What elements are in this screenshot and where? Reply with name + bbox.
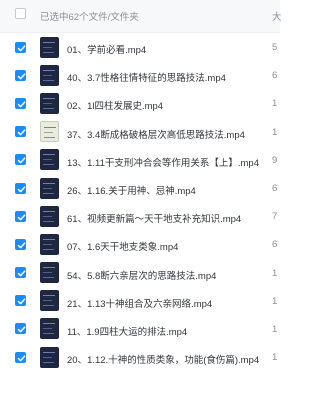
checkmark-icon xyxy=(17,73,26,80)
file-checkbox[interactable] xyxy=(15,126,26,138)
video-thumbnail-icon[interactable] xyxy=(40,36,59,58)
file-size: 6 xyxy=(272,239,278,251)
file-name[interactable]: 21、1.13十神组合及六亲网络.mp4 xyxy=(67,296,212,310)
file-checkbox[interactable] xyxy=(15,41,26,53)
file-row[interactable]: 40、3.7性格往情特征的思路技法.mp4 6 xyxy=(0,61,280,89)
file-size: 6 xyxy=(272,70,278,82)
checkmark-icon xyxy=(17,270,26,277)
file-list-header: 已选中62个文件/文件夹 大 xyxy=(0,0,282,33)
file-row[interactable]: 01、学前必看.mp4 5 xyxy=(0,33,280,61)
file-row[interactable]: 61、视频更新篇～天干地支补充知识.mp4 7 xyxy=(0,202,280,230)
video-thumbnail-icon[interactable] xyxy=(40,290,59,312)
file-size: 1 xyxy=(272,323,278,335)
checkmark-icon xyxy=(17,355,26,362)
file-checkbox[interactable] xyxy=(15,69,26,81)
video-thumbnail-icon[interactable] xyxy=(40,346,59,368)
size-column-header[interactable]: 大 xyxy=(272,9,282,23)
video-thumbnail-icon[interactable] xyxy=(40,262,59,284)
video-thumbnail-icon[interactable] xyxy=(40,233,59,255)
file-size: 1 xyxy=(272,295,278,307)
file-checkbox[interactable] xyxy=(15,295,26,307)
checkmark-icon xyxy=(17,185,26,192)
file-name[interactable]: 40、3.7性格往情特征的思路技法.mp4 xyxy=(67,70,226,84)
file-size: 9 xyxy=(272,154,278,166)
file-size: 1 xyxy=(272,267,278,279)
file-name[interactable]: 54、5.8断六亲层次的思路技法.mp4 xyxy=(67,268,216,282)
selection-count-label: 已选中62个文件/文件夹 xyxy=(40,12,139,23)
checkmark-icon xyxy=(17,214,26,221)
file-checkbox[interactable] xyxy=(15,351,26,363)
video-thumbnail-icon[interactable] xyxy=(40,318,59,340)
file-name[interactable]: 26、1.16.关于用神、忌神.mp4 xyxy=(67,183,196,197)
file-checkbox[interactable] xyxy=(15,97,26,109)
checkmark-icon xyxy=(17,326,26,333)
file-row[interactable]: 02、1l四柱发展史.mp4 1 xyxy=(0,89,280,117)
file-size: 5 xyxy=(272,42,278,53)
file-size: 1 xyxy=(272,98,278,110)
file-checkbox[interactable] xyxy=(15,154,26,166)
file-name[interactable]: 20、1.12.十神的性质类象，功能(食伤篇).mp4 xyxy=(67,352,259,366)
file-name[interactable]: 07、1.6天干地支类象.mp4 xyxy=(67,239,178,253)
file-name[interactable]: 01、学前必看.mp4 xyxy=(67,42,146,56)
file-checkbox[interactable] xyxy=(15,238,26,250)
file-size: 1 xyxy=(272,126,278,138)
checkmark-icon xyxy=(17,101,26,108)
file-size: 6 xyxy=(272,182,278,194)
video-thumbnail-icon[interactable] xyxy=(40,177,59,199)
file-row[interactable]: 11、1.9四柱大运的排法.mp4 1 xyxy=(0,315,280,343)
video-thumbnail-icon[interactable] xyxy=(40,121,59,143)
file-checkbox[interactable] xyxy=(15,267,26,279)
file-checkbox[interactable] xyxy=(15,210,26,222)
file-size: 7 xyxy=(272,211,278,223)
file-row[interactable]: 37、3.4断成格破格层次高低思路技法.mp4 1 xyxy=(0,118,280,146)
video-thumbnail-icon[interactable] xyxy=(40,64,59,86)
file-name[interactable]: 02、1l四柱发展史.mp4 xyxy=(67,98,163,112)
checkmark-icon xyxy=(17,157,26,164)
file-size: 1 xyxy=(272,352,278,364)
file-row[interactable]: 21、1.13十神组合及六亲网络.mp4 1 xyxy=(0,287,280,315)
checkmark-icon xyxy=(17,45,26,51)
file-row[interactable]: 13、1.11干支刑冲合会等作用关系【上】.mp4 9 xyxy=(0,146,280,174)
checkmark-icon xyxy=(17,242,26,249)
file-checkbox[interactable] xyxy=(15,182,26,194)
file-name[interactable]: 37、3.4断成格破格层次高低思路技法.mp4 xyxy=(67,127,245,141)
file-row[interactable]: 20、1.12.十神的性质类象，功能(食伤篇).mp4 1 xyxy=(0,343,280,371)
file-checkbox[interactable] xyxy=(15,323,26,335)
video-thumbnail-icon[interactable] xyxy=(40,205,59,227)
select-all-checkbox[interactable] xyxy=(15,8,26,19)
file-row[interactable]: 26、1.16.关于用神、忌神.mp4 6 xyxy=(0,174,280,202)
file-name[interactable]: 61、视频更新篇～天干地支补充知识.mp4 xyxy=(67,211,241,225)
video-thumbnail-icon[interactable] xyxy=(40,92,59,114)
file-row[interactable]: 54、5.8断六亲层次的思路技法.mp4 1 xyxy=(0,259,280,287)
checkmark-icon xyxy=(17,129,26,136)
file-row[interactable]: 07、1.6天干地支类象.mp4 6 xyxy=(0,230,280,258)
checkmark-icon xyxy=(17,298,26,305)
file-list: 01、学前必看.mp4 5 40、3.7性格往情特征的思路技法.mp4 6 02、1l四… xyxy=(0,33,280,371)
file-name[interactable]: 13、1.11干支刑冲合会等作用关系【上】.mp4 xyxy=(67,155,259,169)
file-name[interactable]: 11、1.9四柱大运的排法.mp4 xyxy=(67,324,187,338)
video-thumbnail-icon[interactable] xyxy=(40,149,59,171)
